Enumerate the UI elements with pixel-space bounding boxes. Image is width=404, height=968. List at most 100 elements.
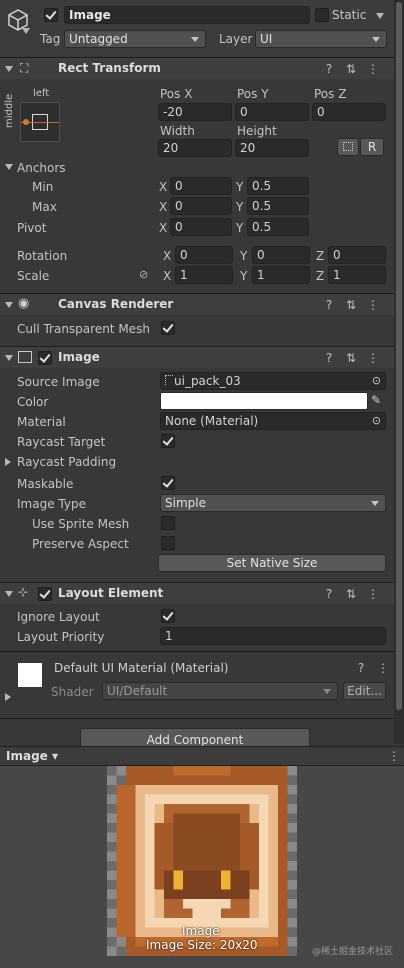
cull-transparent-label: Cull Transparent Mesh: [17, 322, 150, 336]
layer-dropdown[interactable]: UI: [255, 30, 387, 48]
ignore-layout-checkbox[interactable]: [161, 609, 175, 623]
rot-y-field[interactable]: 0: [252, 246, 310, 264]
set-native-size-button[interactable]: Set Native Size: [158, 554, 386, 572]
min-x-field[interactable]: 0: [170, 177, 232, 195]
help-icon[interactable]: ?: [318, 587, 340, 601]
blueprint-icon: [343, 142, 353, 151]
sprite-icon: [165, 375, 173, 385]
raycast-target-checkbox[interactable]: [161, 434, 175, 448]
pos-z-field[interactable]: 0: [312, 103, 386, 121]
object-picker-icon[interactable]: ⊙: [372, 373, 381, 389]
pivot-x-field[interactable]: 0: [170, 218, 232, 236]
width-label: Width: [160, 124, 195, 138]
help-icon[interactable]: ?: [318, 298, 340, 312]
name-field[interactable]: Image: [64, 6, 310, 24]
more-menu-icon[interactable]: ⋮: [388, 749, 400, 763]
max-x-field[interactable]: 0: [170, 197, 232, 215]
eye-icon: ◉: [18, 296, 30, 311]
cull-transparent-checkbox[interactable]: [161, 321, 175, 335]
presets-icon[interactable]: ⇅: [340, 62, 362, 76]
layout-priority-field[interactable]: 1: [160, 627, 386, 645]
layout-element-enabled-checkbox[interactable]: [38, 587, 52, 601]
layout-priority-label: Layout Priority: [17, 630, 105, 644]
more-menu-icon[interactable]: ⋮: [362, 587, 384, 601]
image-enabled-checkbox[interactable]: [38, 351, 52, 365]
use-sprite-mesh-checkbox[interactable]: [161, 516, 175, 530]
object-picker-icon[interactable]: ⊙: [372, 413, 381, 429]
blueprint-mode-button[interactable]: [337, 138, 359, 156]
preview-dropdown[interactable]: Image ▾: [6, 749, 58, 763]
width-field[interactable]: 20: [158, 139, 232, 157]
height-field[interactable]: 20: [235, 139, 309, 157]
add-component-button[interactable]: Add Component: [80, 728, 310, 747]
rect-transform-icon: ⛶: [20, 61, 29, 75]
rot-z-field[interactable]: 0: [328, 246, 386, 264]
min-y-field[interactable]: 0.5: [247, 177, 309, 195]
help-icon[interactable]: ?: [318, 62, 340, 76]
use-sprite-mesh-label: Use Sprite Mesh: [32, 517, 130, 531]
help-icon[interactable]: ?: [350, 661, 372, 675]
color-swatch[interactable]: [160, 392, 368, 410]
pivot-y-field[interactable]: 0.5: [247, 218, 309, 236]
anchor-presets-button[interactable]: [20, 102, 60, 142]
raw-edit-button[interactable]: R: [360, 138, 384, 156]
preserve-aspect-label: Preserve Aspect: [32, 537, 129, 551]
anchors-label[interactable]: Anchors: [17, 161, 66, 175]
scale-y-field[interactable]: 1: [252, 266, 310, 284]
preview-toolbar: Image ▾ ⋮: [0, 746, 404, 766]
tag-dropdown[interactable]: Untagged: [64, 30, 206, 48]
preview-caption: Image: [182, 924, 220, 938]
rect-transform-header[interactable]: ⛶ Rect Transform ? ⇅ ⋮: [0, 57, 394, 79]
edit-shader-button[interactable]: Edit...: [343, 682, 386, 700]
image-type-dropdown[interactable]: Simple: [160, 494, 386, 512]
min-label: Min: [32, 180, 54, 194]
pos-y-field[interactable]: 0: [235, 103, 309, 121]
more-menu-icon[interactable]: ⋮: [362, 62, 384, 76]
min-x-axis-label: X: [159, 180, 168, 194]
rot-z-axis-label: Z: [316, 249, 325, 263]
material-field[interactable]: None (Material) ⊙: [160, 412, 386, 430]
image-component-title: Image: [58, 350, 100, 364]
shader-dropdown[interactable]: UI/Default: [102, 682, 338, 700]
eyedropper-icon[interactable]: ✎: [371, 393, 381, 407]
presets-icon[interactable]: ⇅: [340, 351, 362, 365]
layout-element-icon: ⊹: [18, 585, 29, 599]
anchor-v-label: middle: [4, 93, 15, 128]
max-label: Max: [32, 200, 57, 214]
static-dropdown-icon[interactable]: [376, 13, 384, 19]
max-x-axis-label: X: [159, 200, 168, 214]
canvas-renderer-header[interactable]: ◉ Canvas Renderer ? ⇅ ⋮: [0, 293, 394, 315]
pos-x-field[interactable]: -20: [158, 103, 232, 121]
scale-z-field[interactable]: 1: [328, 266, 386, 284]
pivot-y-axis-label: Y: [236, 221, 244, 235]
image-component-icon: [18, 351, 32, 363]
scale-x-axis-label: X: [163, 269, 172, 283]
presets-icon[interactable]: ⇅: [340, 587, 362, 601]
more-menu-icon[interactable]: ⋮: [362, 298, 384, 312]
raycast-padding-label[interactable]: Raycast Padding: [17, 455, 116, 469]
rot-x-field[interactable]: 0: [175, 246, 233, 264]
static-checkbox[interactable]: [315, 8, 329, 22]
inspector-scrollbar[interactable]: [394, 0, 404, 744]
layout-element-header[interactable]: ⊹ Layout Element ? ⇅ ⋮: [0, 582, 394, 604]
shader-label: Shader: [51, 685, 94, 699]
scale-x-field[interactable]: 1: [175, 266, 233, 284]
pivot-label: Pivot: [17, 221, 47, 235]
active-checkbox[interactable]: [44, 8, 58, 22]
rot-x-axis-label: X: [163, 249, 172, 263]
more-menu-icon[interactable]: ⋮: [372, 661, 394, 675]
static-label: Static: [332, 8, 367, 22]
presets-icon[interactable]: ⇅: [340, 298, 362, 312]
pos-y-label: Pos Y: [237, 87, 269, 101]
pos-x-label: Pos X: [160, 87, 193, 101]
image-component-header[interactable]: Image ? ⇅ ⋮: [0, 346, 394, 368]
rot-y-axis-label: Y: [240, 249, 248, 263]
more-menu-icon[interactable]: ⋮: [362, 351, 384, 365]
rotation-label: Rotation: [17, 249, 68, 263]
max-y-field[interactable]: 0.5: [247, 197, 309, 215]
help-icon[interactable]: ?: [318, 351, 340, 365]
source-image-field[interactable]: ui_pack_03 ⊙: [160, 372, 386, 390]
constrain-proportions-icon[interactable]: ⊘: [139, 268, 148, 281]
preserve-aspect-checkbox[interactable]: [161, 536, 175, 550]
maskable-checkbox[interactable]: [161, 476, 175, 490]
